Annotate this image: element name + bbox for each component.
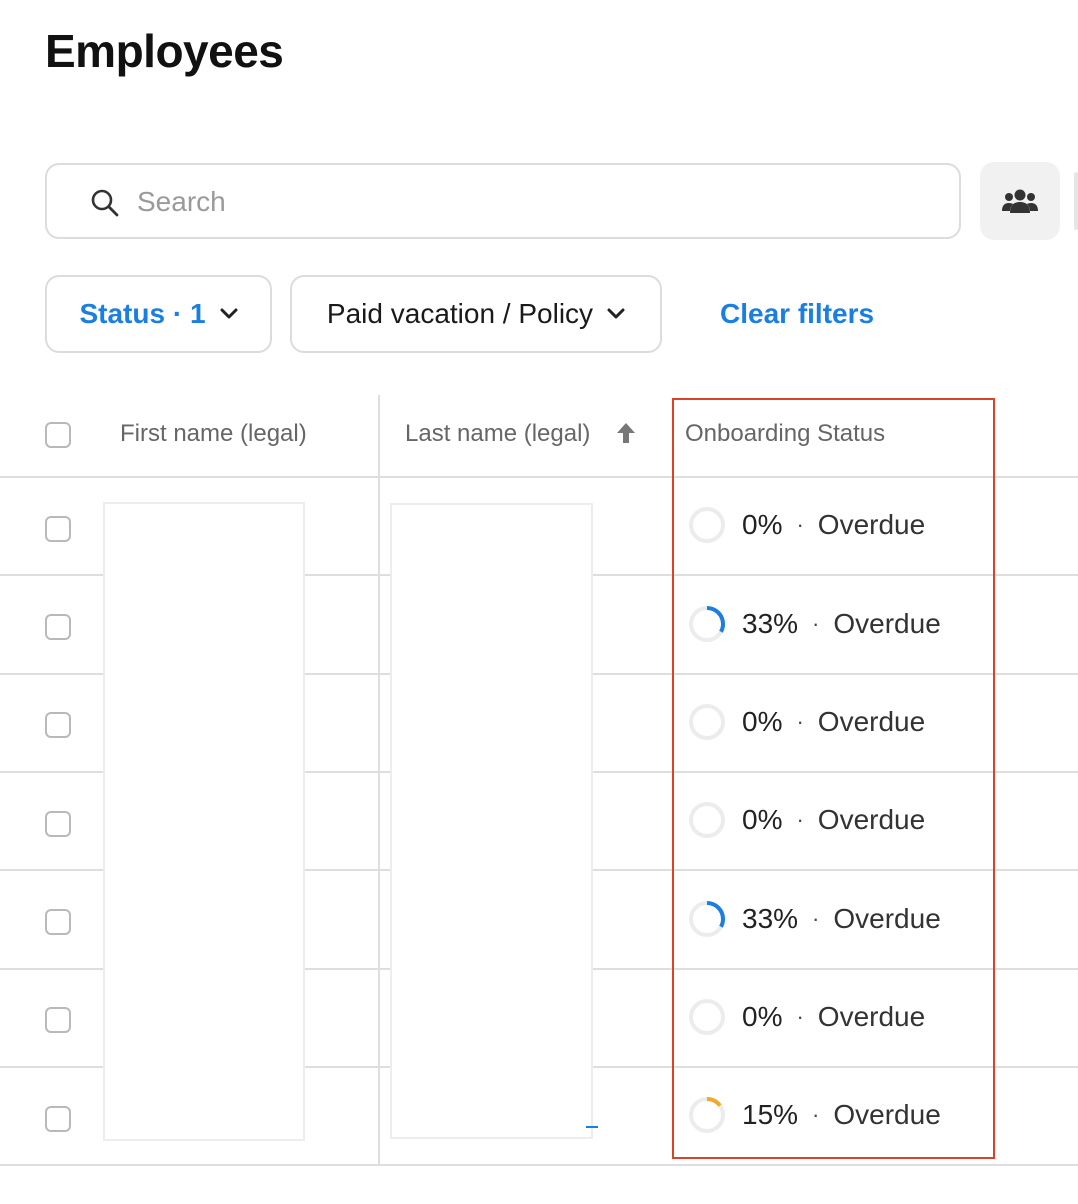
row-checkbox[interactable] — [45, 1106, 71, 1132]
onboarding-status-cell[interactable]: 33% · Overdue — [688, 899, 941, 939]
onboarding-status-cell[interactable]: 33% · Overdue — [688, 604, 941, 644]
status-label: Overdue — [817, 804, 926, 835]
progress-ring-icon — [689, 802, 725, 838]
progress-percent: 15% — [742, 1099, 799, 1130]
clear-filters-link[interactable]: Clear filters — [720, 298, 874, 330]
progress-ring-icon — [689, 704, 725, 740]
last-name-link-fragment[interactable] — [586, 1104, 598, 1130]
progress-ring-icon — [689, 1097, 725, 1133]
search-icon — [89, 187, 121, 219]
row-divider — [0, 1164, 1078, 1166]
column-header-last-name[interactable]: Last name (legal) — [405, 420, 590, 448]
people-group-icon — [1002, 189, 1038, 213]
status-label: Overdue — [833, 1099, 941, 1130]
row-checkbox[interactable] — [45, 516, 71, 542]
page-title: Employees — [45, 25, 284, 77]
status-filter-button[interactable]: Status · 1 — [45, 275, 272, 353]
row-checkbox[interactable] — [45, 909, 71, 935]
separator-dot: · — [812, 611, 820, 636]
separator-dot: · — [812, 906, 820, 931]
group-view-button[interactable] — [980, 162, 1060, 240]
onboarding-status-cell[interactable]: 0% · Overdue — [688, 997, 925, 1037]
onboarding-status-cell[interactable]: 0% · Overdue — [688, 505, 925, 545]
progress-ring-icon — [689, 606, 725, 642]
row-checkbox[interactable] — [45, 614, 71, 640]
onboarding-status-cell[interactable]: 0% · Overdue — [688, 800, 925, 840]
status-label: Overdue — [833, 608, 941, 639]
redacted-first-names — [103, 502, 305, 1141]
header-divider — [0, 476, 1078, 478]
separator-dot: · — [796, 807, 804, 832]
onboarding-status-cell[interactable]: 15% · Overdue — [688, 1095, 941, 1135]
row-checkbox[interactable] — [45, 1007, 71, 1033]
row-checkbox[interactable] — [45, 811, 71, 837]
progress-percent: 0% — [742, 804, 783, 835]
policy-filter-button[interactable]: Paid vacation / Policy — [290, 275, 662, 353]
column-divider — [378, 395, 380, 1166]
search-field[interactable] — [45, 163, 961, 239]
chevron-down-icon — [607, 308, 625, 319]
progress-percent: 0% — [742, 1001, 783, 1032]
column-header-onboarding-status[interactable]: Onboarding Status — [685, 420, 885, 448]
onboarding-status-cell[interactable]: 0% · Overdue — [688, 702, 925, 742]
status-label: Overdue — [817, 1001, 926, 1032]
progress-percent: 0% — [742, 509, 783, 540]
status-label: Overdue — [833, 903, 941, 934]
redacted-last-names — [390, 503, 593, 1139]
overflow-button-edge[interactable] — [1074, 172, 1078, 230]
separator-dot: · — [796, 1004, 804, 1029]
separator-dot: · — [812, 1102, 820, 1127]
chevron-down-icon — [220, 308, 238, 319]
column-header-first-name[interactable]: First name (legal) — [120, 420, 307, 448]
separator-dot: · — [796, 512, 804, 537]
status-label: Overdue — [817, 706, 926, 737]
progress-ring-icon — [689, 999, 725, 1035]
row-checkbox[interactable] — [45, 712, 71, 738]
policy-filter-label: Paid vacation / Policy — [326, 298, 594, 329]
separator-dot: · — [796, 709, 804, 734]
status-filter-label: Status · 1 — [79, 298, 206, 329]
search-input[interactable] — [135, 179, 939, 225]
progress-ring-icon — [689, 901, 725, 937]
progress-percent: 0% — [742, 706, 783, 737]
select-all-checkbox[interactable] — [45, 422, 71, 448]
sort-ascending-icon[interactable] — [616, 422, 636, 449]
status-label: Overdue — [817, 509, 926, 540]
progress-percent: 33% — [742, 903, 799, 934]
progress-percent: 33% — [742, 608, 799, 639]
progress-ring-icon — [689, 507, 725, 543]
